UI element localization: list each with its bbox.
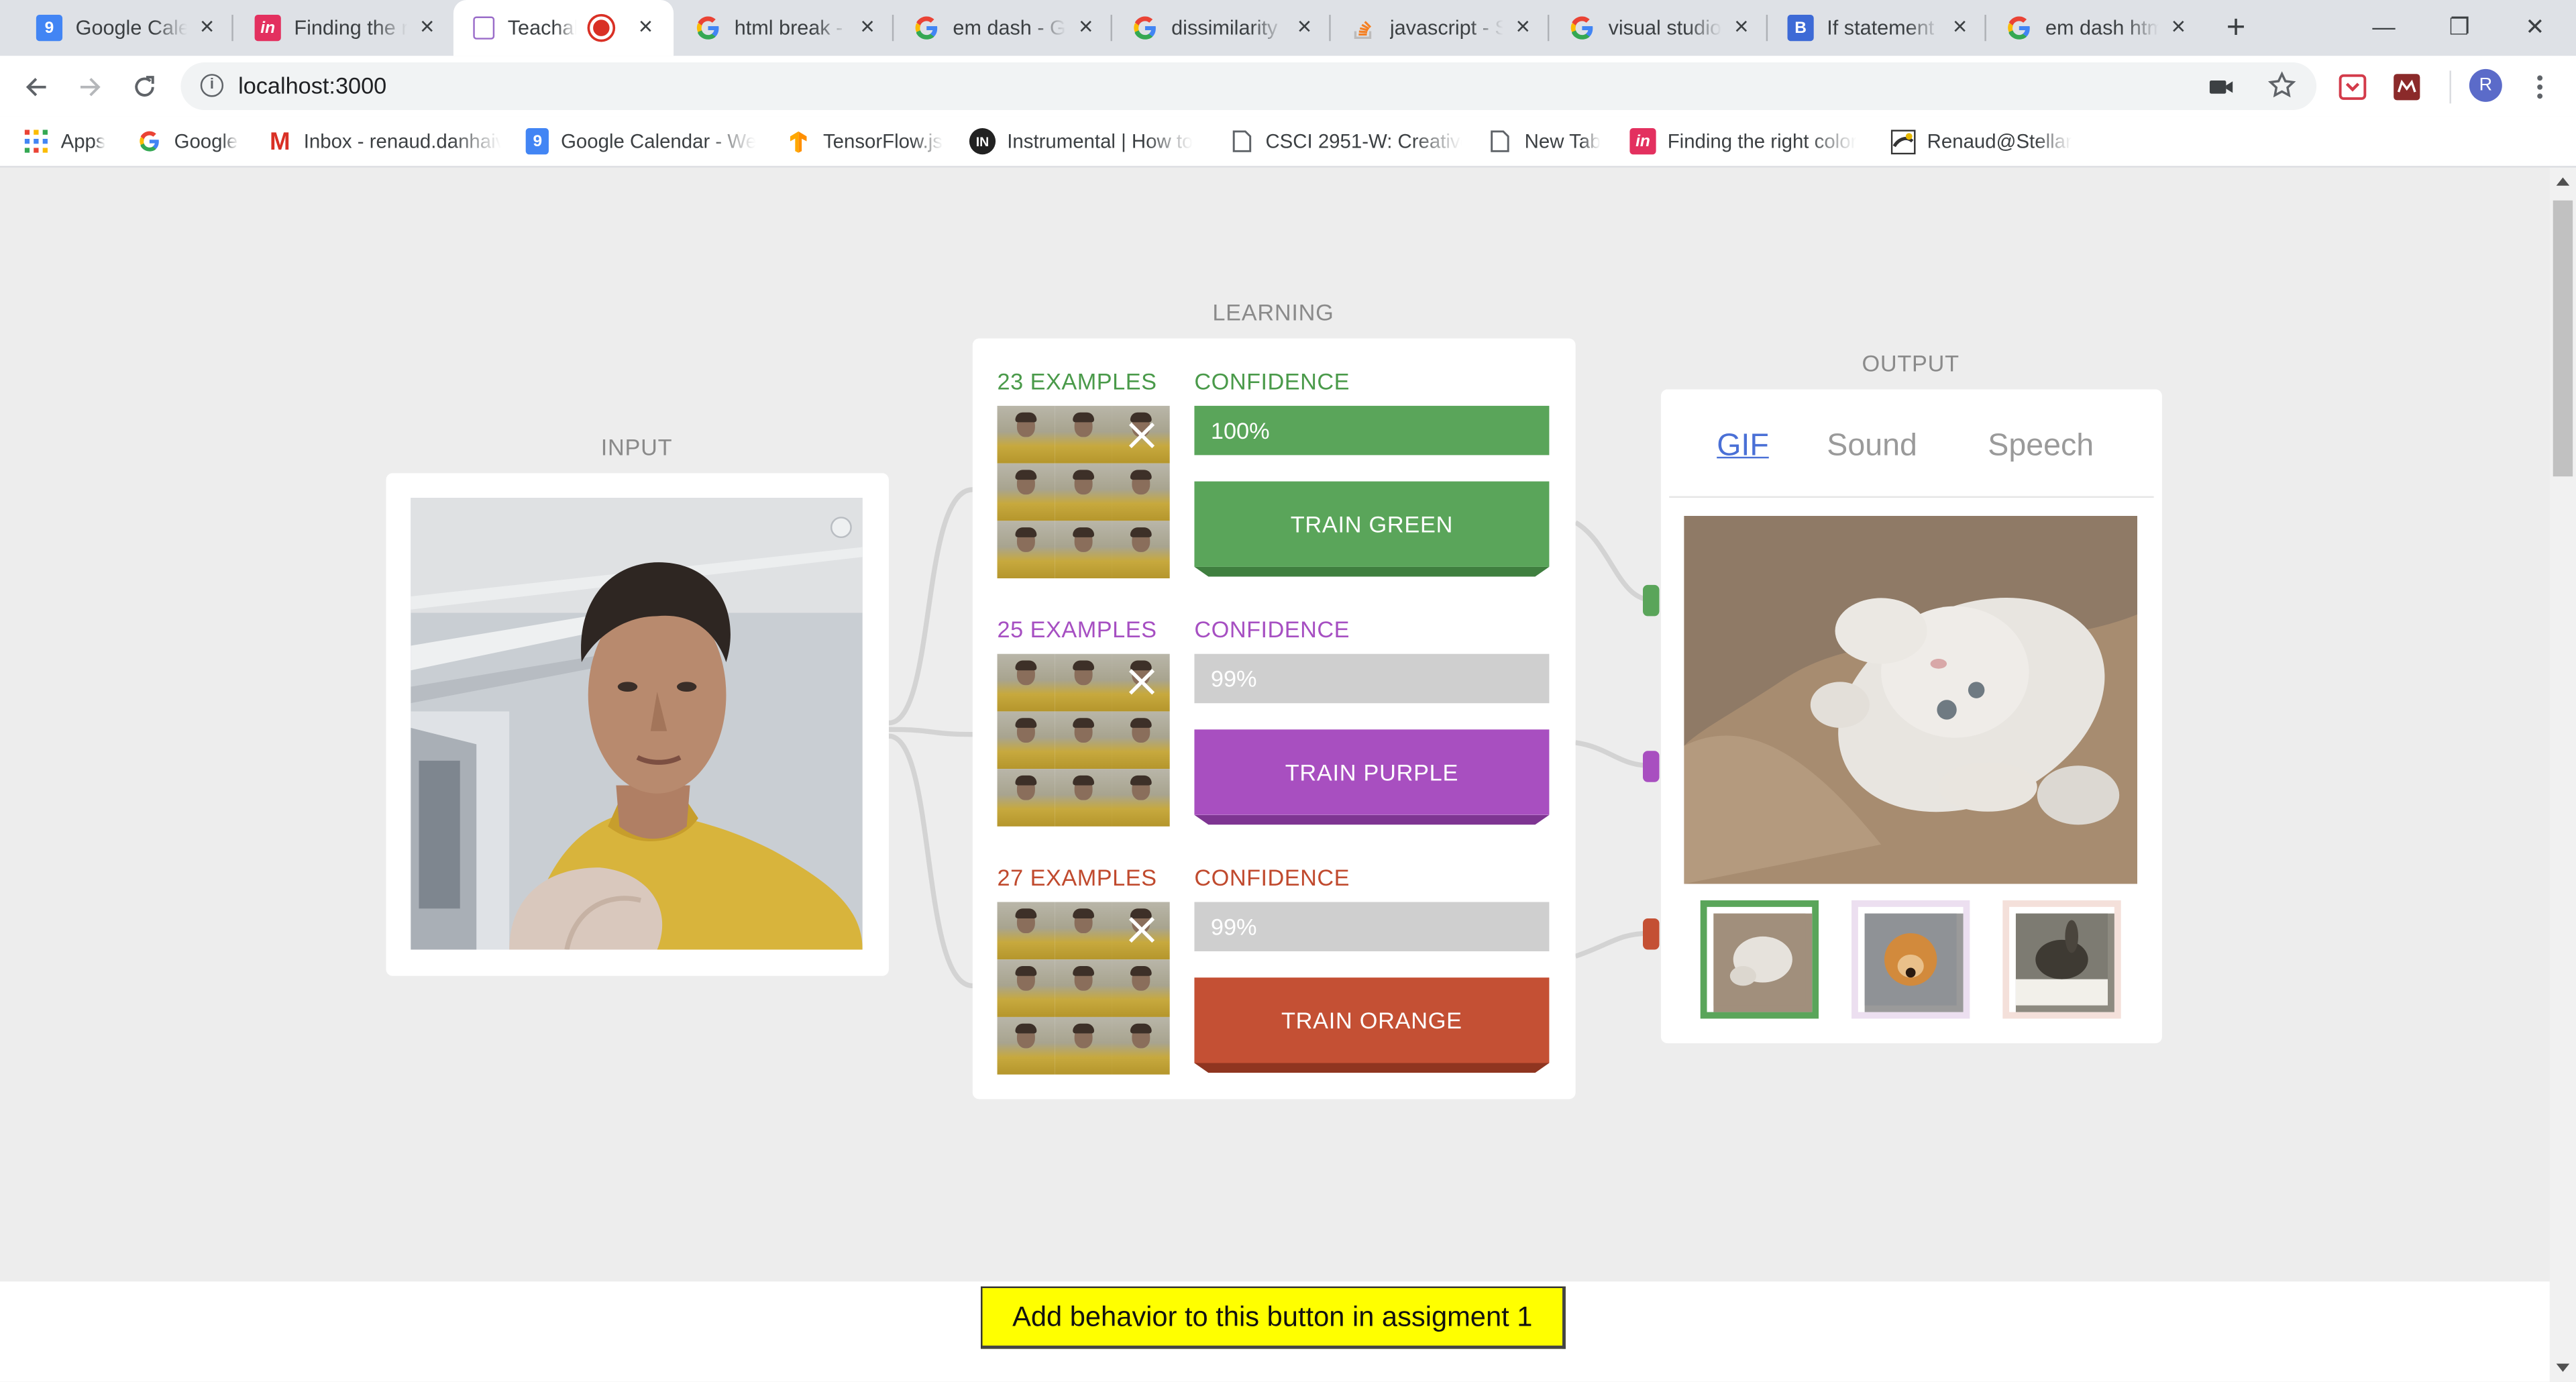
divider: [1669, 496, 2154, 498]
confidence-value-purple: 99%: [1210, 665, 1257, 692]
confidence-bar-purple: 99%: [1194, 653, 1550, 704]
train-orange-shadow: [1194, 1063, 1550, 1073]
gif-thumbnail-cat: [1713, 913, 1813, 1012]
confidence-label-green: CONFIDENCE: [1194, 368, 1350, 394]
confidence-label-purple: CONFIDENCE: [1194, 616, 1350, 643]
clear-examples-green-button[interactable]: [1126, 419, 1159, 451]
output-title: OUTPUT: [1862, 350, 1960, 376]
scroll-up-icon[interactable]: [2556, 177, 2570, 186]
scrollbar[interactable]: [2549, 167, 2576, 1382]
gif-thumbnail-dog: [1864, 913, 1964, 1012]
tab-speech[interactable]: Speech: [1988, 429, 2094, 465]
webcam-image: [411, 498, 863, 950]
webcam-feed: [411, 498, 863, 950]
examples-count-purple: 25 EXAMPLES: [997, 616, 1157, 643]
train-green-shadow: [1194, 566, 1550, 577]
confidence-value-orange: 99%: [1210, 913, 1257, 940]
train-purple-shadow: [1194, 814, 1550, 825]
gif-thumbnail-rabbit: [2015, 913, 2114, 1012]
scroll-down-icon[interactable]: [2556, 1363, 2570, 1372]
gif-option-green[interactable]: [1700, 900, 1819, 1019]
confidence-bar-green: 100%: [1194, 405, 1550, 456]
tab-gif[interactable]: GIF: [1717, 429, 1769, 465]
train-orange-label: TRAIN ORANGE: [1281, 1007, 1462, 1034]
clear-examples-purple-button[interactable]: [1126, 666, 1159, 698]
train-orange-face: TRAIN ORANGE: [1194, 977, 1550, 1063]
confidence-value-green: 100%: [1210, 417, 1270, 444]
examples-count-orange: 27 EXAMPLES: [997, 864, 1157, 891]
train-green-face: TRAIN GREEN: [1194, 481, 1550, 567]
input-title: INPUT: [600, 433, 673, 460]
examples-count-green: 23 EXAMPLES: [997, 368, 1157, 394]
learning-title: LEARNING: [1212, 299, 1334, 325]
train-orange-button[interactable]: TRAIN ORANGE: [1194, 977, 1550, 1073]
gif-option-purple[interactable]: [1851, 900, 1970, 1019]
tab-sound[interactable]: Sound: [1827, 429, 1917, 465]
train-green-button[interactable]: TRAIN GREEN: [1194, 481, 1550, 577]
gif-option-orange[interactable]: [2002, 900, 2121, 1019]
confidence-bar-orange: 99%: [1194, 902, 1550, 951]
clear-examples-orange-button[interactable]: [1126, 914, 1159, 947]
train-purple-label: TRAIN PURPLE: [1285, 759, 1459, 786]
train-purple-face: TRAIN PURPLE: [1194, 729, 1550, 815]
train-purple-button[interactable]: TRAIN PURPLE: [1194, 729, 1550, 825]
train-green-label: TRAIN GREEN: [1290, 511, 1454, 537]
scrollbar-thumb[interactable]: [2553, 200, 2573, 477]
confidence-label-orange: CONFIDENCE: [1194, 864, 1350, 891]
gif-preview: [1684, 515, 2138, 884]
cat-gif-image: [1684, 515, 2138, 884]
behavior-button[interactable]: Add behavior to this button in assigment…: [981, 1286, 1566, 1349]
